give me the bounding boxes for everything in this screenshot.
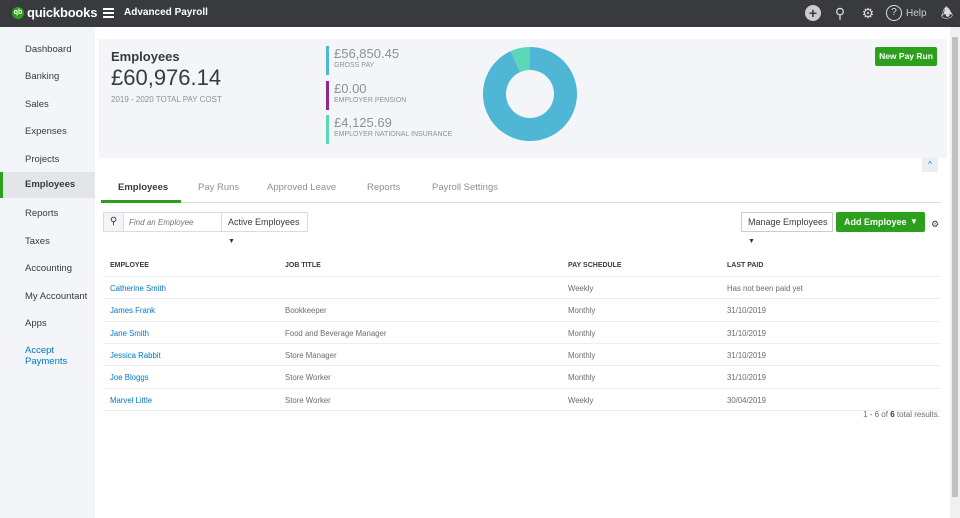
table-row: Joe Bloggs Store Worker Monthly 31/10/2019 — [103, 365, 940, 387]
pay-schedule: Weekly — [568, 284, 594, 293]
stat-gross-pay: £56,850.45 GROSS PAY — [326, 46, 399, 75]
table-settings-gear-icon[interactable]: ⚙ — [931, 219, 939, 230]
pay-cost-donut-chart — [483, 47, 577, 141]
tab-payroll-settings[interactable]: Payroll Settings — [432, 182, 498, 193]
employee-name-link[interactable]: Jessica Rabbit — [110, 351, 161, 360]
search-icon[interactable]: ⚲ — [103, 212, 124, 232]
table-row: Catherine Smith Weekly Has not been paid y… — [103, 276, 940, 298]
sidebar-item-accounting[interactable]: Accounting — [25, 263, 72, 274]
scrollbar-thumb[interactable] — [952, 37, 958, 497]
sidebar-item-sales[interactable]: Sales — [25, 99, 49, 110]
employee-name-link[interactable]: James Frank — [110, 306, 155, 315]
sidebar-item-apps[interactable]: Apps — [25, 318, 47, 329]
employee-name-link[interactable]: Marvel Little — [110, 396, 152, 405]
stat-label: GROSS PAY — [334, 62, 375, 69]
sidebar-item-banking[interactable]: Banking — [25, 71, 59, 82]
column-header: PAY SCHEDULE — [568, 262, 622, 269]
last-paid: 30/04/2019 — [727, 395, 767, 405]
stat-label: EMPLOYER PENSION — [334, 97, 407, 104]
active-tab-indicator — [101, 200, 181, 203]
employee-name-link[interactable]: Catherine Smith — [110, 284, 166, 293]
column-header: LAST PAID — [727, 262, 764, 269]
add-employee-button[interactable]: Add Employee ▼ — [836, 212, 925, 232]
scrollbar[interactable] — [950, 27, 960, 518]
pay-schedule: Monthly — [568, 373, 596, 383]
sidebar-item-my-accountant[interactable]: My Accountant — [25, 291, 87, 302]
tab-bar: Employees Pay Runs Approved Leave Reports Pa… — [101, 173, 941, 203]
sidebar-item-expenses[interactable]: Expenses — [25, 126, 67, 137]
last-paid: 31/10/2019 — [727, 350, 767, 360]
employee-name-link[interactable]: Joe Bloggs — [110, 373, 149, 382]
bell-icon[interactable]: 🕭 — [939, 5, 955, 21]
new-pay-run-button[interactable]: New Pay Run — [875, 47, 937, 66]
sidebar-item-reports[interactable]: Reports — [25, 208, 58, 219]
last-paid: 31/10/2019 — [727, 373, 767, 383]
stat-value: £4,125.69 — [334, 115, 392, 130]
table-row: Jessica Rabbit Store Manager Monthly 31/10/… — [103, 342, 940, 365]
pay-schedule: Monthly — [568, 306, 596, 316]
menu-icon[interactable] — [103, 8, 114, 18]
search-icon[interactable]: ⚲ — [832, 5, 848, 21]
collapse-panel-button[interactable]: ^ — [922, 158, 938, 172]
sidebar-item-dashboard[interactable]: Dashboard — [25, 44, 71, 55]
table-row: Marvel Little Store Worker Weekly 30/04/201… — [103, 387, 940, 410]
sidebar-item-projects[interactable]: Projects — [25, 154, 59, 165]
employee-name-link[interactable]: Jane Smith — [110, 329, 149, 338]
summary-panel: Employees £60,976.14 2019 - 2020 TOTAL P… — [99, 39, 947, 158]
plus-circle-icon[interactable]: + — [805, 5, 821, 21]
caret-down-icon: ▼ — [748, 238, 755, 245]
help-icon[interactable]: ? — [886, 5, 902, 21]
app-title: Advanced Payroll — [124, 7, 208, 18]
sidebar: Dashboard Banking Sales Expenses Projects Emp… — [0, 27, 95, 518]
quickbooks-logo[interactable]: qb quickbooks — [12, 5, 97, 20]
page-title: Employees — [111, 49, 180, 64]
job-title: Store Manager — [285, 350, 337, 360]
results-count: 1 - 6 of 6 total results. — [863, 410, 940, 419]
column-header: EMPLOYEE — [110, 262, 149, 269]
top-bar: qb quickbooks Advanced Payroll + ⚲ ⚙ ? He… — [0, 0, 960, 27]
sidebar-item-accept-payments[interactable]: Accept Payments — [25, 345, 95, 367]
stat-employer-national-insurance: £4,125.69 EMPLOYER NATIONAL INSURANCE — [326, 115, 452, 144]
total-pay-cost: £60,976.14 — [111, 65, 222, 90]
job-title: Store Worker — [285, 373, 331, 383]
manage-employees-dropdown[interactable]: Manage Employees ▼ — [741, 212, 833, 245]
add-employee-dropdown-icon[interactable]: ▼ — [903, 212, 925, 232]
gear-icon[interactable]: ⚙ — [860, 5, 876, 21]
last-paid: Has not been paid yet — [727, 284, 803, 293]
tab-employees[interactable]: Employees — [118, 182, 168, 193]
table-bottom-border — [103, 409, 940, 411]
total-pay-cost-label: 2019 - 2020 TOTAL PAY COST — [111, 95, 222, 104]
stat-value: £0.00 — [334, 81, 367, 96]
stat-employer-pension: £0.00 EMPLOYER PENSION — [326, 81, 406, 110]
job-title: Bookkeeper — [285, 306, 327, 316]
tab-pay-runs[interactable]: Pay Runs — [198, 182, 239, 193]
pay-schedule: Weekly — [568, 395, 594, 405]
table-row: James Frank Bookkeeper Monthly 31/10/2019 — [103, 298, 940, 320]
employee-filter-dropdown[interactable]: Active Employees ▼ — [221, 212, 308, 245]
column-header: JOB TITLE — [285, 262, 321, 269]
last-paid: 31/10/2019 — [727, 306, 767, 316]
job-title: Store Worker — [285, 395, 331, 405]
tab-reports[interactable]: Reports — [367, 182, 400, 193]
caret-down-icon: ▼ — [228, 238, 235, 245]
tab-approved-leave[interactable]: Approved Leave — [267, 182, 336, 193]
stat-label: EMPLOYER NATIONAL INSURANCE — [334, 131, 453, 138]
job-title: Food and Beverage Manager — [285, 328, 387, 338]
pay-schedule: Monthly — [568, 350, 596, 360]
pay-schedule: Monthly — [568, 328, 596, 338]
last-paid: 31/10/2019 — [727, 328, 767, 338]
help-label[interactable]: Help — [906, 8, 927, 19]
table-row: Jane Smith Food and Beverage Manager Month… — [103, 320, 940, 343]
sidebar-item-employees[interactable]: Employees — [0, 172, 95, 198]
stat-value: £56,850.45 — [334, 46, 400, 61]
employee-search-input[interactable] — [123, 212, 222, 232]
sidebar-item-taxes[interactable]: Taxes — [25, 236, 50, 247]
